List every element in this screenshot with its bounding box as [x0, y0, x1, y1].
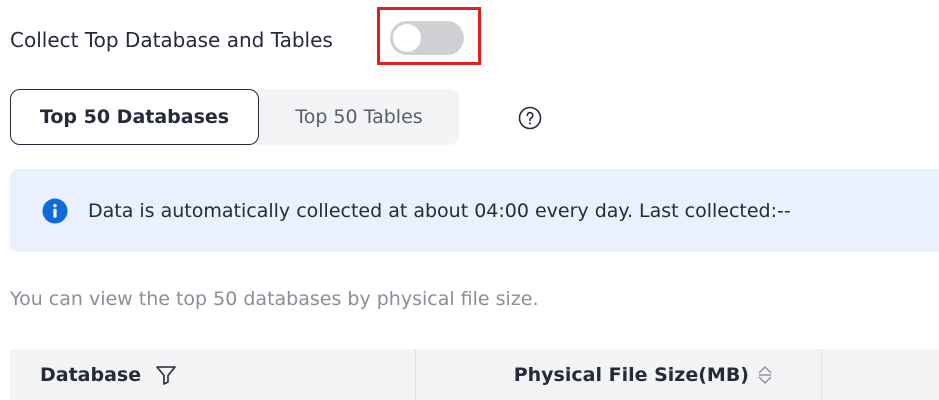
- info-banner-text: Data is automatically collected at about…: [88, 199, 791, 222]
- table-header: Database Physical File Size(MB): [10, 349, 939, 400]
- info-banner: Data is automatically collected at about…: [10, 169, 939, 252]
- collect-toggle-switch[interactable]: [390, 21, 464, 55]
- collect-toggle-label: Collect Top Database and Tables: [10, 28, 333, 52]
- sort-icon[interactable]: [757, 364, 773, 386]
- collect-toggle-row: Collect Top Database and Tables: [10, 22, 333, 58]
- description-text: You can view the top 50 databases by phy…: [10, 288, 539, 310]
- column-header-database: Database: [10, 349, 415, 400]
- tab-top-50-databases[interactable]: Top 50 Databases: [10, 89, 259, 145]
- column-header-physical-file-size: Physical File Size(MB): [416, 349, 821, 400]
- info-circle-icon: [42, 198, 68, 223]
- column-divider: [821, 349, 822, 400]
- column-label-physical-file-size: Physical File Size(MB): [513, 363, 749, 386]
- toggle-knob: [393, 24, 421, 52]
- filter-icon[interactable]: [155, 364, 177, 386]
- page: Collect Top Database and Tables Top 50 D…: [0, 0, 939, 400]
- tab-top-50-tables[interactable]: Top 50 Tables: [259, 89, 459, 145]
- question-circle-icon[interactable]: [518, 106, 542, 130]
- top-tabs: Top 50 Databases Top 50 Tables: [10, 89, 459, 145]
- column-label-database: Database: [40, 363, 142, 386]
